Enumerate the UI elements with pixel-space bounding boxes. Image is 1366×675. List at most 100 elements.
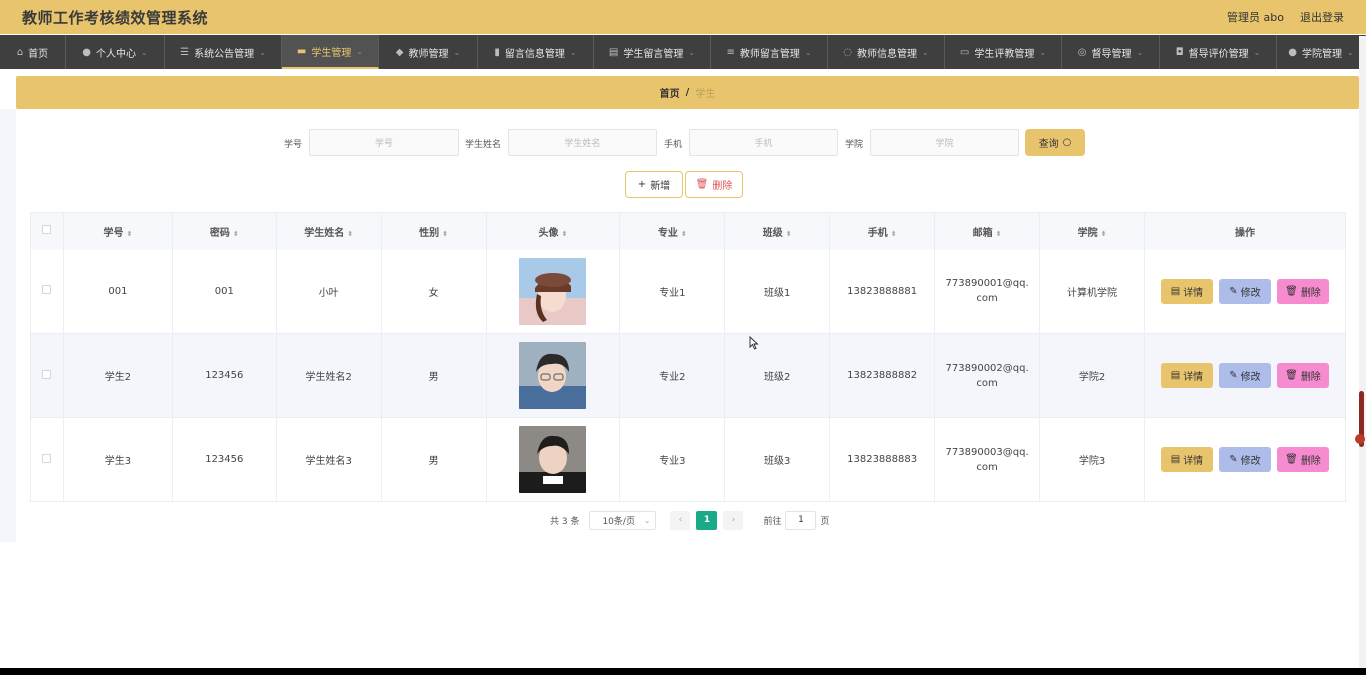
table-row[interactable]: 学生3 123456 学生姓名3 男 专业3 班级3 13823888883 77389000… — [30, 417, 1347, 502]
sort-icon[interactable]: ⬍ — [233, 230, 239, 238]
nav-item-9[interactable]: ▭ 学生评教管理 ⌄ — [945, 35, 1062, 69]
sort-icon[interactable]: ⬍ — [442, 230, 448, 238]
sort-icon[interactable]: ⬍ — [347, 230, 353, 238]
chevron-down-icon: ⌄ — [1253, 47, 1261, 57]
column-header[interactable]: 学号 ⬍ — [63, 212, 173, 250]
nav-item-11[interactable]: ◘ 督导评价管理 ⌄ — [1160, 35, 1277, 69]
column-header[interactable]: 头像 ⬍ — [486, 212, 621, 250]
column-header[interactable]: 学院 ⬍ — [1039, 212, 1145, 250]
row-checkbox[interactable] — [42, 285, 52, 295]
chevron-down-icon: ⌄ — [1347, 47, 1354, 57]
search-input-student-name[interactable]: 学生姓名 — [508, 129, 657, 156]
column-header[interactable]: 性别 ⬍ — [381, 212, 487, 250]
sort-icon[interactable]: ⬍ — [562, 230, 568, 238]
search-input-student-id[interactable]: 学号 — [309, 129, 459, 156]
row-actions: ▤ 详情 ✎ 修改 🗑 删除 — [1145, 278, 1345, 304]
sort-icon[interactable]: ⬍ — [891, 230, 897, 238]
admin-label: 管理员 abo — [1227, 11, 1284, 24]
edit-button[interactable]: ✎ 修改 — [1218, 447, 1271, 472]
select-all-checkbox[interactable] — [42, 225, 52, 235]
detail-button[interactable]: ▤ 详情 — [1160, 447, 1213, 472]
nav-item-12[interactable]: ● 学院管理 ⌄ — [1277, 35, 1366, 69]
cell-college: 学院3 — [1039, 417, 1145, 502]
search-button-label: 查询 — [1038, 139, 1059, 150]
nav-item-8[interactable]: ◌ 教师信息管理 ⌄ — [828, 35, 945, 69]
sort-icon[interactable]: ⬍ — [681, 230, 687, 238]
cell-major: 专业1 — [619, 249, 726, 334]
nav-item-6[interactable]: ▤ 学生留言管理 ⌄ — [594, 35, 711, 69]
cell-email: 773890002@qq.com — [934, 333, 1041, 418]
edit-button[interactable]: ✎ 修改 — [1218, 278, 1271, 304]
column-header[interactable]: 学生姓名 ⬍ — [276, 212, 382, 250]
nav-item-1[interactable]: ● 个人中心 ⌄ — [66, 35, 165, 69]
delete-button[interactable]: 🗑 删除 — [1276, 278, 1329, 304]
chevron-down-icon: ⌄ — [141, 47, 148, 57]
breadcrumb-separator: / — [685, 87, 690, 98]
app-title: 教师工作考核绩效管理系统 — [22, 9, 209, 27]
nav-item-4[interactable]: ◆ 教师管理 ⌄ — [379, 35, 478, 69]
nav-item-label: 学生评教管理 — [974, 48, 1035, 60]
table-row[interactable]: 001 001 小叶女专业1 班级1 13823888881 773890001@qq.c… — [30, 249, 1347, 334]
column-header[interactable]: 邮箱 ⬍ — [934, 212, 1041, 250]
vertical-scrollbar[interactable] — [1359, 36, 1366, 668]
nav-item-5[interactable]: ▮ 留言信息管理 ⌄ — [478, 35, 594, 69]
delete-button[interactable]: 🗑 删除 — [1276, 447, 1329, 472]
cell-major: 专业2 — [619, 333, 726, 418]
chat-icon: ▬ — [296, 45, 307, 57]
page-number-current[interactable]: 1 — [696, 510, 718, 530]
column-header[interactable]: 班级 ⬍ — [724, 212, 831, 250]
detail-button[interactable]: ▤ 详情 — [1160, 363, 1213, 388]
document-icon: ▤ — [1170, 285, 1181, 297]
column-header[interactable]: 密码 ⬍ — [172, 212, 277, 250]
batch-delete-button[interactable]: 🗑 删除 — [685, 171, 743, 198]
chevron-down-icon: ⌄ — [688, 47, 696, 57]
add-button[interactable]: + 新增 — [625, 171, 683, 198]
prev-page-button[interactable]: ‹ — [670, 510, 691, 530]
mouse-cursor — [749, 336, 759, 350]
nav-item-7[interactable]: ≡ 教师留言管理 ⌄ — [711, 35, 828, 69]
pencil-icon: ✎ — [1229, 454, 1238, 465]
next-page-button[interactable]: › — [723, 510, 744, 530]
detail-button[interactable]: ▤ 详情 — [1160, 278, 1213, 304]
pagination-total: 共 3 条 — [550, 516, 580, 527]
search-input-college[interactable]: 学院 — [870, 129, 1019, 156]
cell-gender: 男 — [381, 333, 487, 418]
search-label-student-name: 学生姓名 — [465, 140, 502, 150]
nav-item-3[interactable]: ▬ 学生管理 ⌄ — [282, 35, 379, 69]
nav-item-10[interactable]: ◎ 督导管理 ⌄ — [1062, 35, 1160, 69]
sort-icon[interactable]: ⬍ — [1101, 230, 1107, 238]
chevron-down-icon: ⌄ — [922, 47, 929, 57]
cell-student-id: 学生3 — [63, 417, 173, 502]
cell-gender: 女 — [381, 249, 487, 334]
home-icon: ⌂ — [16, 46, 24, 58]
goto-page-input[interactable]: 1 — [785, 510, 817, 530]
row-checkbox[interactable] — [42, 369, 52, 379]
nav-item-2[interactable]: ☰ 系统公告管理 ⌄ — [165, 35, 282, 69]
cell-gender: 男 — [381, 417, 487, 502]
scrollbar-knob[interactable] — [1355, 434, 1365, 444]
search-button[interactable]: 查询 ○ — [1025, 129, 1085, 156]
sort-icon[interactable]: ⬍ — [996, 230, 1002, 238]
nav-item-label: 教师管理 — [408, 48, 449, 60]
detail-label: 详情 — [1183, 287, 1204, 299]
sliders-icon: ☰ — [180, 46, 190, 58]
box-icon: ▭ — [959, 46, 970, 58]
trash-icon: 🗑 — [1285, 370, 1298, 381]
nav-item-label: 首页 — [28, 48, 49, 60]
column-header[interactable]: 手机 ⬍ — [829, 212, 936, 250]
delete-button[interactable]: 🗑 删除 — [1276, 363, 1329, 388]
cell-email: 773890003@qq.com — [934, 417, 1041, 502]
edit-button[interactable]: ✎ 修改 — [1218, 363, 1271, 388]
search-input-phone[interactable]: 手机 — [689, 129, 838, 156]
nav-item-label: 督导评价管理 — [1188, 48, 1249, 60]
logout-link[interactable]: 退出登录 — [1300, 9, 1344, 25]
page-size-select[interactable]: 10条/页 ⌄ — [589, 510, 657, 530]
column-header[interactable]: 专业 ⬍ — [619, 212, 726, 250]
table-row[interactable]: 学生2 123456 学生姓名2 男 专业2 班级2 13823888882 77389000… — [30, 333, 1347, 418]
edit-label: 修改 — [1240, 287, 1261, 299]
sort-icon[interactable]: ⬍ — [786, 230, 792, 238]
row-checkbox[interactable] — [42, 453, 52, 463]
breadcrumb-home[interactable]: 首页 — [660, 85, 680, 100]
sort-icon[interactable]: ⬍ — [126, 230, 132, 238]
nav-item-0[interactable]: ⌂ 首页 — [0, 35, 66, 69]
